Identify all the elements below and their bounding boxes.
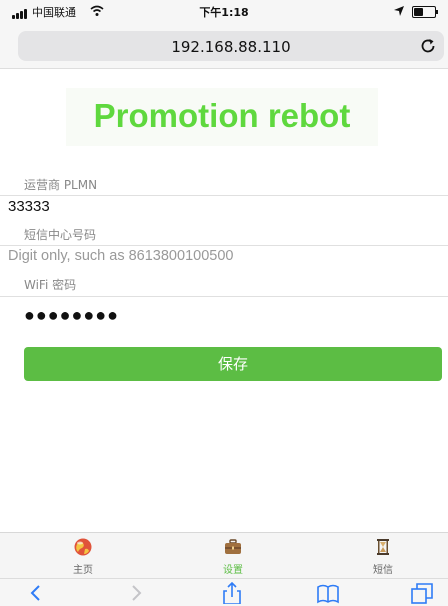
plmn-label: 运营商 PLMN [24, 178, 98, 192]
browser-toolbar [0, 578, 448, 606]
save-button[interactable]: 保存 [24, 347, 442, 381]
globe-icon [74, 538, 92, 556]
reload-icon[interactable] [418, 36, 438, 56]
status-bar: 中国联通 下午1:18 [0, 0, 448, 24]
wifi-password-row [0, 296, 448, 333]
back-icon[interactable] [24, 582, 48, 604]
app-tab-bar: 主页 设置 短信 [0, 532, 448, 579]
sms-center-input[interactable] [0, 246, 448, 266]
tab-sms[interactable]: 短信 [353, 537, 413, 577]
banner: Promotion rebot [66, 88, 378, 146]
tab-settings[interactable]: 设置 [203, 537, 263, 577]
status-time: 下午1:18 [199, 6, 249, 19]
tab-home-label: 主页 [73, 565, 93, 576]
share-icon[interactable] [220, 582, 244, 604]
url-text: 192.168.88.110 [171, 38, 291, 56]
wifi-password-input[interactable] [0, 297, 448, 333]
bookmarks-icon[interactable] [316, 582, 340, 604]
battery-icon [412, 6, 438, 18]
sms-center-row [0, 245, 448, 266]
plmn-row [0, 195, 448, 216]
browser-address-bar: 192.168.88.110 [0, 24, 448, 69]
tab-home[interactable]: 主页 [53, 537, 113, 577]
plmn-input[interactable] [0, 196, 448, 216]
location-arrow-icon [394, 6, 404, 16]
forward-icon[interactable] [124, 582, 148, 604]
hourglass-icon [377, 539, 389, 555]
tabs-icon[interactable] [410, 582, 434, 604]
briefcase-icon [225, 539, 241, 554]
sms-center-label: 短信中心号码 [24, 228, 97, 242]
wifi-password-label: WiFi 密码 [24, 278, 77, 292]
page-title: Promotion rebot [93, 97, 351, 134]
tab-sms-label: 短信 [373, 565, 393, 576]
tab-settings-label: 设置 [223, 565, 243, 576]
url-field[interactable]: 192.168.88.110 [18, 31, 444, 61]
